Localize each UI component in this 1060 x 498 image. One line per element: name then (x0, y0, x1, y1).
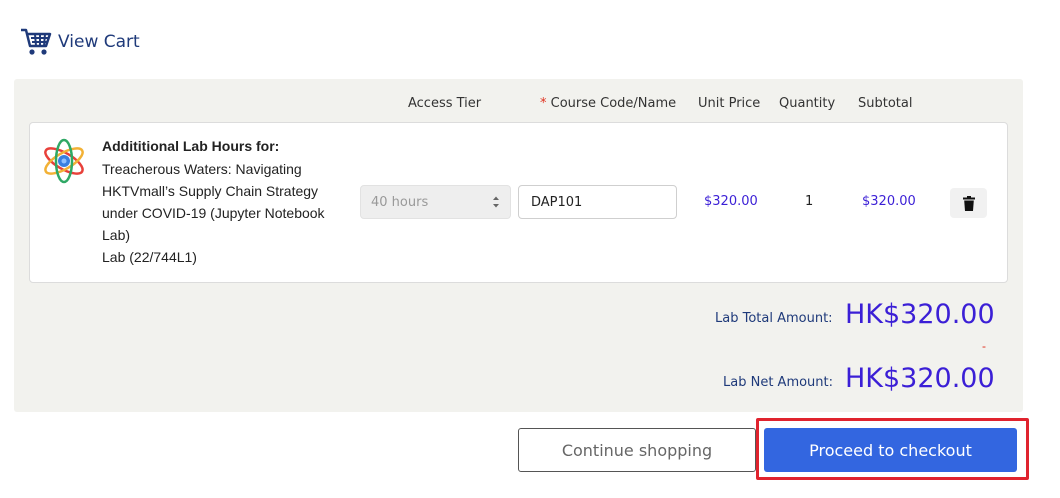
lab-net-label: Lab Net Amount: (723, 375, 834, 390)
atom-icon (44, 138, 84, 184)
item-description: Addititional Lab Hours for: Treacherous … (102, 135, 352, 268)
column-header-course-code: * Course Code/Name (540, 96, 676, 111)
lab-net-value: HK$320.00 (845, 363, 995, 394)
column-header-course-code-label: Course Code/Name (546, 96, 677, 111)
column-header-access-tier: Access Tier (408, 96, 482, 111)
shopping-cart-icon (21, 28, 52, 55)
view-cart-header: View Cart (20, 26, 140, 58)
item-code: Lab (22/744L1) (102, 249, 197, 265)
select-arrows-icon (493, 196, 499, 208)
lab-total-label: Lab Total Amount: (715, 311, 833, 326)
unit-price: $320.00 (704, 194, 758, 209)
item-heading: Addititional Lab Hours for: (102, 138, 280, 154)
column-header-quantity: Quantity (779, 96, 836, 111)
quantity-value: 1 (805, 194, 814, 209)
subtotal-value: $320.00 (862, 194, 916, 209)
item-title: Treacherous Waters: Navigating HKTVmall’… (102, 161, 325, 243)
discount-marker: - (982, 339, 986, 353)
column-header-subtotal: Subtotal (858, 96, 913, 111)
access-tier-value: 40 hours (371, 194, 429, 210)
page-title: View Cart (58, 32, 140, 52)
column-header-unit-price: Unit Price (698, 96, 761, 111)
proceed-to-checkout-button[interactable]: Proceed to checkout (764, 428, 1017, 472)
course-code-input[interactable] (518, 185, 677, 219)
trash-icon (962, 195, 975, 211)
continue-shopping-button[interactable]: Continue shopping (518, 428, 756, 472)
lab-total-value: HK$320.00 (845, 299, 995, 330)
delete-item-button[interactable] (950, 188, 987, 218)
access-tier-select[interactable]: 40 hours (360, 185, 511, 219)
